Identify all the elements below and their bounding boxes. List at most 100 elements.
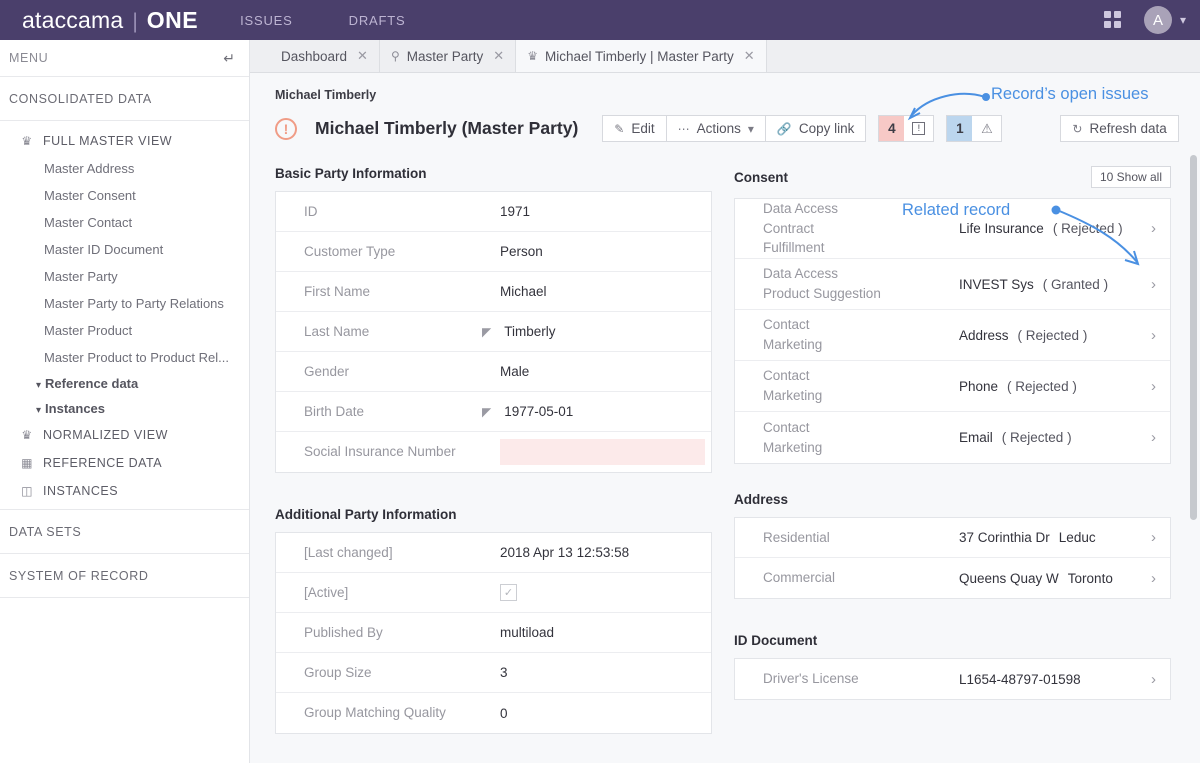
address-city: Toronto [1068, 571, 1113, 586]
sidebar-section-system-of-record[interactable]: SYSTEM OF RECORD [0, 554, 249, 598]
close-icon[interactable]: ✕ [744, 48, 755, 64]
sidebar-item-label: NORMALIZED VIEW [43, 428, 168, 442]
record-title-text: Michael Timberly [315, 118, 457, 138]
vertical-scrollbar[interactable] [1190, 155, 1197, 520]
table-row: Birth Date ◤1977-05-01 [276, 392, 711, 432]
table-row: Customer Type Person [276, 232, 711, 272]
row-value [500, 439, 705, 465]
open-issues-badge[interactable]: 4 ! [878, 115, 934, 142]
sidebar-item-master-consent[interactable]: Master Consent [0, 182, 249, 209]
actions-button[interactable]: ⋯ Actions ▾ [666, 115, 765, 142]
chevron-right-icon[interactable]: › [1151, 378, 1156, 395]
annotation-related-record: Related record [902, 201, 1010, 220]
list-item[interactable]: Residential 37 Corinthia DrLeduc › [735, 518, 1170, 558]
list-item[interactable]: Contact Marketing Phone( Rejected ) › [735, 361, 1170, 412]
additional-party-information-card: [Last changed] 2018 Apr 13 12:53:58 [Act… [275, 532, 712, 734]
edit-button[interactable]: ✎ Edit [602, 115, 665, 142]
exclamation-icon: ! [904, 116, 933, 141]
row-value: multiload [500, 625, 554, 640]
panel-title-id-document: ID Document [734, 633, 1171, 648]
social-insurance-number-field[interactable] [500, 439, 705, 465]
sidebar-item-master-contact[interactable]: Master Contact [0, 209, 249, 236]
row-value: ◤1977-05-01 [500, 404, 573, 419]
sidebar-item-instances[interactable]: ◫ INSTANCES [0, 477, 249, 505]
sidebar-item-master-product-to-product-rel[interactable]: Master Product to Product Rel... [0, 344, 249, 371]
basic-party-information-card: ID 1971 Customer Type Person First Name … [275, 191, 712, 473]
table-icon: ▦ [20, 456, 34, 470]
consent-show-all-button[interactable]: 10 Show all [1091, 166, 1171, 188]
list-item[interactable]: Data Access Product Suggestion INVEST Sy… [735, 259, 1170, 310]
chevron-right-icon[interactable]: › [1151, 529, 1156, 546]
sidebar-item-label: REFERENCE DATA [43, 456, 162, 470]
consent-card: Data Access Contract Fulfillment Life In… [734, 198, 1171, 464]
table-row: Group Matching Quality 0 [276, 693, 711, 733]
chevron-right-icon[interactable]: › [1151, 570, 1156, 587]
spacer [734, 464, 1171, 492]
row-value: Person [500, 244, 543, 259]
apps-grid-icon[interactable] [1104, 11, 1122, 29]
sidebar-item-master-party-to-party-relations[interactable]: Master Party to Party Relations [0, 290, 249, 317]
active-checkbox[interactable]: ✓ [500, 584, 517, 601]
sidebar-section-data-sets[interactable]: DATA SETS [0, 510, 249, 554]
refresh-icon: ↻ [1072, 122, 1082, 136]
avatar[interactable]: A [1144, 6, 1172, 34]
sidebar-item-full-master-view[interactable]: ♛ FULL MASTER VIEW [0, 127, 249, 155]
id-document-card: Driver's License L1654-48797-01598 › [734, 658, 1171, 700]
sidebar-item-master-id-document[interactable]: Master ID Document [0, 236, 249, 263]
top-nav-issues[interactable]: ISSUES [240, 13, 292, 28]
row-key: Birth Date [304, 402, 500, 422]
list-item[interactable]: Driver's License L1654-48797-01598 › [735, 659, 1170, 699]
chevron-right-icon[interactable]: › [1151, 276, 1156, 293]
sidebar-expander-reference-data[interactable]: ▾Reference data [0, 371, 249, 396]
tab-dashboard[interactable]: Dashboard ✕ [250, 40, 380, 72]
list-item[interactable]: Contact Marketing Email( Rejected ) › [735, 412, 1170, 463]
row-key: [Active] [304, 583, 500, 603]
chevron-right-icon[interactable]: › [1151, 671, 1156, 688]
warning-triangle-icon: ⚠ [972, 116, 1001, 141]
row-value: INVEST Sys( Granted ) [959, 277, 1108, 292]
status-text: Rejected [1026, 328, 1079, 343]
table-row: ID 1971 [276, 192, 711, 232]
top-nav-drafts[interactable]: DRAFTS [349, 13, 406, 28]
tab-label: Dashboard [281, 49, 347, 64]
chevron-right-icon[interactable]: › [1151, 220, 1156, 237]
warnings-badge[interactable]: 1 ⚠ [946, 115, 1002, 142]
tab-master-party[interactable]: ⚲ Master Party ✕ [380, 40, 516, 72]
spacer [734, 599, 1171, 633]
list-item[interactable]: Contact Marketing Address( Rejected ) › [735, 310, 1170, 361]
address-street: Queens Quay W [959, 571, 1059, 586]
open-issues-count: 4 [879, 116, 904, 141]
refresh-data-button[interactable]: ↻ Refresh data [1060, 115, 1178, 142]
sidebar-item-normalized-view[interactable]: ♛ NORMALIZED VIEW [0, 421, 249, 449]
sidebar-item-master-party[interactable]: Master Party [0, 263, 249, 290]
sidebar-item-reference-data[interactable]: ▦ REFERENCE DATA [0, 449, 249, 477]
sidebar-section-consolidated-data[interactable]: CONSOLIDATED DATA [0, 77, 249, 121]
copy-link-button[interactable]: 🔗 Copy link [765, 115, 866, 142]
brand-logo[interactable]: ataccama | ONE [22, 7, 198, 34]
sidebar-expander-instances[interactable]: ▾Instances [0, 396, 249, 421]
row-value: ◤Timberly [500, 324, 556, 339]
status-text: Rejected [1015, 379, 1068, 394]
close-icon[interactable]: ✕ [493, 48, 504, 64]
crown-icon: ♛ [20, 134, 34, 148]
sidebar-expander-label: Reference data [45, 376, 138, 391]
chevron-down-icon[interactable]: ▾ [1180, 13, 1186, 27]
top-navigation: ISSUES DRAFTS [240, 13, 461, 28]
sidebar-item-master-address[interactable]: Master Address [0, 155, 249, 182]
row-key: Last Name [304, 322, 500, 342]
close-icon[interactable]: ✕ [357, 48, 368, 64]
tab-michael-timberly-master-party[interactable]: ♛ Michael Timberly | Master Party ✕ [516, 40, 766, 72]
row-value: Life Insurance( Rejected ) [959, 221, 1123, 236]
table-row: Social Insurance Number [276, 432, 711, 472]
tab-bar: Dashboard ✕ ⚲ Master Party ✕ ♛ Michael T… [250, 40, 1200, 73]
table-row: Published By multiload [276, 613, 711, 653]
chevron-right-icon[interactable]: › [1151, 327, 1156, 344]
collapse-sidebar-icon[interactable]: ↵ [223, 50, 235, 67]
chevron-right-icon[interactable]: › [1151, 429, 1156, 446]
chevron-down-icon: ▾ [36, 405, 41, 416]
sidebar-item-master-product[interactable]: Master Product [0, 317, 249, 344]
row-key: Group Size [304, 663, 500, 683]
actions-button-label: Actions [697, 121, 741, 136]
row-key: Published By [304, 623, 500, 643]
list-item[interactable]: Commercial Queens Quay WToronto › [735, 558, 1170, 598]
